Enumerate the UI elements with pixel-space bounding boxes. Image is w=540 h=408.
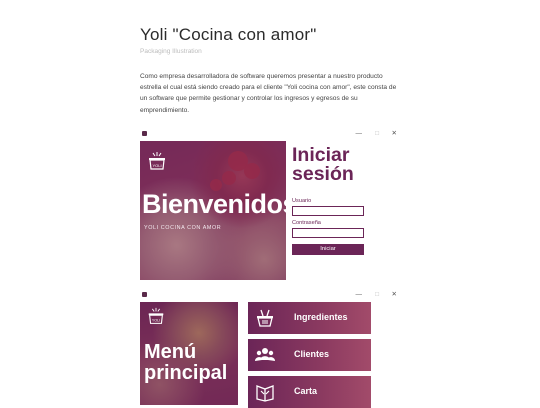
project-article: Yoli "Cocina con amor" Packaging Illustr… [140, 24, 402, 116]
window-titlebar: — □ ✕ [140, 128, 402, 141]
user-label: Usuario [292, 198, 312, 204]
people-icon [255, 348, 275, 361]
menu-card-icon [256, 385, 274, 402]
password-input[interactable] [292, 228, 364, 238]
window-titlebar: — □ ✕ [140, 289, 402, 302]
user-input[interactable] [292, 206, 364, 216]
minimize-button[interactable]: — [356, 129, 363, 139]
chef-pot-logo-icon: YOLI [149, 152, 165, 170]
close-button[interactable]: ✕ [392, 129, 397, 139]
maximize-button[interactable]: □ [375, 129, 379, 139]
clients-label: Clientes [294, 349, 330, 359]
ingredients-label: Ingredientes [294, 312, 348, 322]
project-title: Yoli "Cocina con amor" [140, 25, 317, 44]
menu-window: — □ ✕ YOLI Menú principal Ingredientes C… [140, 289, 402, 408]
project-description: Como empresa desarrolladora de software … [140, 73, 397, 114]
project-subtitle: Packaging Illustration [140, 48, 202, 55]
password-label: Contraseña [292, 220, 321, 226]
svg-text:YOLI: YOLI [152, 163, 161, 168]
brand-subtitle: YOLI COCINA CON AMOR [144, 225, 222, 231]
welcome-title: Bienvenidos [142, 189, 286, 219]
close-button[interactable]: ✕ [392, 290, 397, 300]
app-icon [142, 292, 147, 297]
basket-icon [257, 309, 273, 327]
ingredients-button[interactable]: Ingredientes [248, 302, 371, 334]
menu-card-label: Carta [294, 386, 318, 396]
menu-hero-image: YOLI Menú principal [140, 302, 238, 405]
maximize-button[interactable]: □ [375, 290, 379, 300]
chef-pot-logo-icon: YOLI [148, 307, 164, 324]
login-body: YOLI Bienvenidos YOLI COCINA CON AMOR In… [140, 141, 402, 280]
menu-title: Menú principal [144, 341, 228, 384]
login-form: Iniciar sesión Usuario Contraseña Inicia… [292, 141, 402, 255]
login-window: — □ ✕ YOLI Bienvenidos YOLI COCINA CON A… [140, 128, 402, 280]
login-hero-image: YOLI Bienvenidos YOLI COCINA CON AMOR [140, 141, 286, 280]
app-icon [142, 131, 147, 136]
minimize-button[interactable]: — [356, 290, 363, 300]
menu-card-button[interactable]: Carta [248, 376, 371, 408]
svg-text:YOLI: YOLI [152, 319, 160, 323]
login-button[interactable]: Iniciar [292, 244, 364, 255]
login-title: Iniciar sesión [292, 144, 354, 185]
clients-button[interactable]: Clientes [248, 339, 371, 371]
menu-body: YOLI Menú principal Ingredientes Cliente… [140, 302, 402, 408]
